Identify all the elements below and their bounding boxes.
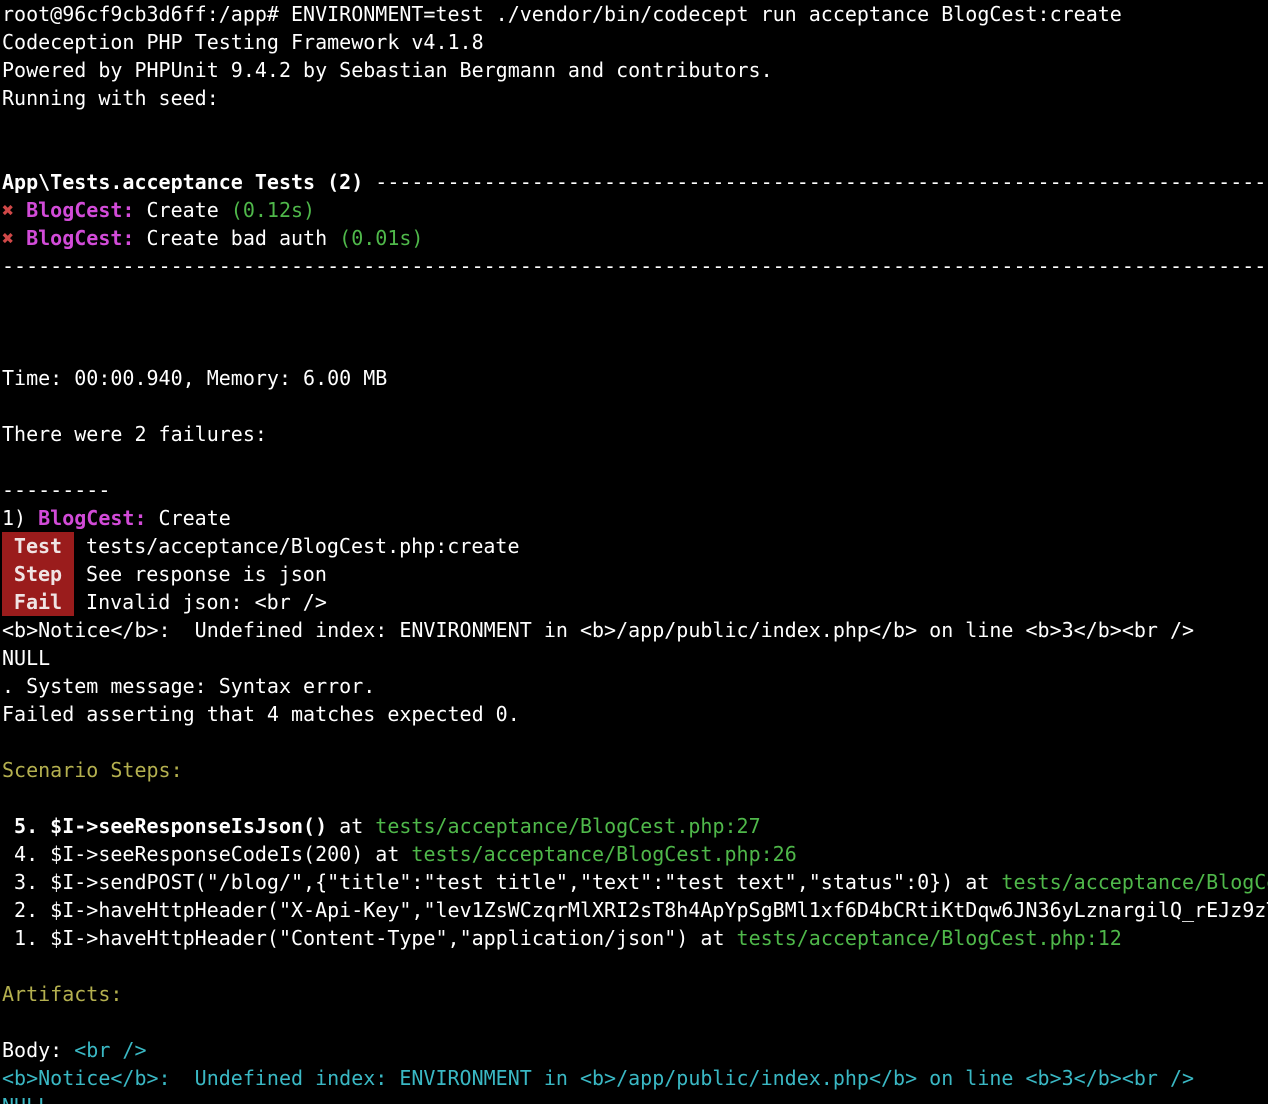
step-number: 3.	[2, 870, 51, 894]
failure-cest-name: BlogCest:	[38, 506, 147, 530]
artifact-body-line: <b>Notice</b>: Undefined index: ENVIRONM…	[2, 1066, 1195, 1090]
step-badge: Step	[2, 560, 74, 588]
step-call: $I->haveHttpHeader("Content-Type","appli…	[50, 926, 689, 950]
fail-mark-icon: ✖	[2, 226, 15, 250]
suite-rule: ----------------------------------------…	[375, 170, 1268, 194]
suite-rule-bottom: ----------------------------------------…	[2, 254, 1268, 278]
failure-test-name: Create	[146, 506, 231, 530]
scenario-step: 4. $I->seeResponseCodeIs(200) at tests/a…	[2, 840, 1268, 868]
failure-count: There were 2 failures:	[2, 422, 267, 446]
step-location: tests/acceptance/BlogCest.php:26	[411, 842, 797, 866]
failure-message: . System message: Syntax error.	[2, 674, 376, 698]
step-call: $I->seeResponseIsJson()	[50, 814, 328, 838]
failure-separator: ---------	[2, 478, 111, 502]
failure-detail-text: Invalid json: <br />	[74, 590, 327, 614]
step-number: 4.	[2, 842, 51, 866]
time-memory-summary: Time: 00:00.940, Memory: 6.00 MB	[2, 366, 388, 390]
failure-message: <b>Notice</b>: Undefined index: ENVIRONM…	[2, 618, 1195, 642]
suite-title: App\Tests.acceptance Tests (2)	[2, 170, 364, 194]
phpunit-credit: Powered by PHPUnit 9.4.2 by Sebastian Be…	[2, 58, 773, 82]
scenario-step: 2. $I->haveHttpHeader("X-Api-Key","lev1Z…	[2, 896, 1268, 924]
framework-version: Codeception PHP Testing Framework v4.1.8	[2, 30, 484, 54]
failure-title: 1) BlogCest: Create	[2, 504, 1268, 532]
test-badge: Test	[2, 532, 74, 560]
test-name: Create bad auth	[134, 226, 340, 250]
suite-header: App\Tests.acceptance Tests (2) ---------…	[2, 168, 1268, 196]
seed-line: Running with seed:	[2, 86, 219, 110]
scenario-steps-heading: Scenario Steps:	[2, 758, 183, 782]
test-cest-name: BlogCest:	[26, 226, 135, 250]
failure-detail-row: Step See response is json	[2, 560, 1268, 588]
step-location: tests/acceptance/BlogCe	[1001, 870, 1268, 894]
failure-detail-text: See response is json	[74, 562, 327, 586]
step-at: at	[363, 842, 412, 866]
test-duration: (0.12s)	[230, 198, 316, 222]
scenario-step: 5. $I->seeResponseIsJson() at tests/acce…	[2, 812, 1268, 840]
failure-message: NULL	[2, 646, 51, 670]
step-location: tests/acceptance/BlogCest.php:27	[375, 814, 761, 838]
artifacts-heading: Artifacts:	[2, 982, 123, 1006]
fail-mark-icon: ✖	[2, 198, 15, 222]
body-label: Body:	[2, 1038, 75, 1062]
command-prompt-line: root@96cf9cb3d6ff:/app# ENVIRONMENT=test…	[2, 2, 1122, 26]
test-name: Create	[134, 198, 231, 222]
step-number: 5.	[2, 814, 51, 838]
artifact-body-line: NULL	[2, 1092, 1268, 1104]
test-duration: (0.01s)	[339, 226, 424, 250]
test-result-row: ✖ BlogCest: Create bad auth (0.01s)	[2, 224, 1268, 252]
artifact-body: Body: <br />	[2, 1036, 1268, 1064]
step-number: 1.	[2, 926, 51, 950]
step-call: $I->sendPOST("/blog/",{"title":"test tit…	[50, 870, 954, 894]
step-call: $I->haveHttpHeader("X-Api-Key","lev1ZsWC…	[50, 898, 1268, 922]
test-result-row: ✖ BlogCest: Create (0.12s)	[2, 196, 1268, 224]
failure-detail-text: tests/acceptance/BlogCest.php:create	[74, 534, 520, 558]
step-call: $I->seeResponseCodeIs(200)	[50, 842, 364, 866]
failure-detail-row: Fail Invalid json: <br />	[2, 588, 1268, 616]
body-value: <br />	[74, 1038, 147, 1062]
step-at: at	[688, 926, 737, 950]
failure-number: 1)	[2, 506, 39, 530]
step-at: at	[327, 814, 376, 838]
scenario-step: 1. $I->haveHttpHeader("Content-Type","ap…	[2, 924, 1268, 952]
step-at: at	[953, 870, 1002, 894]
fail-badge: Fail	[2, 588, 74, 616]
step-location: tests/acceptance/BlogCest.php:12	[736, 926, 1122, 950]
failure-detail-row: Test tests/acceptance/BlogCest.php:creat…	[2, 532, 1268, 560]
step-number: 2.	[2, 898, 51, 922]
test-cest-name: BlogCest:	[26, 198, 135, 222]
scenario-step: 3. $I->sendPOST("/blog/",{"title":"test …	[2, 868, 1268, 896]
failure-message: Failed asserting that 4 matches expected…	[2, 702, 520, 726]
terminal-window[interactable]: root@96cf9cb3d6ff:/app# ENVIRONMENT=test…	[0, 0, 1268, 1104]
